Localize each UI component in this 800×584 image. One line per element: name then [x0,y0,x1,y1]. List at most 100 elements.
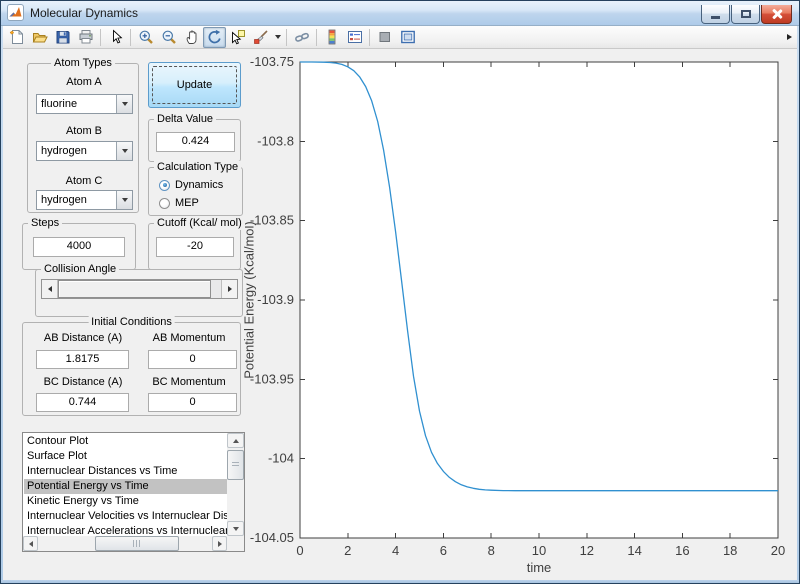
atom-c-dropdown[interactable]: hydrogen [36,190,133,210]
slider-left-arrow[interactable] [42,280,58,298]
data-cursor-icon [230,29,246,45]
svg-text:10: 10 [532,543,546,558]
chevron-down-icon[interactable] [116,95,132,113]
atom-b-dropdown[interactable]: hydrogen [36,141,133,161]
pan-button[interactable] [180,27,203,48]
listbox-horizontal-scrollbar[interactable] [23,536,227,551]
plot-type-listbox: Contour Plot Surface Plot Internuclear Dis… [22,432,245,552]
rotate-3d-button[interactable] [203,26,226,48]
link-plots-button[interactable] [290,27,313,48]
slider-right-arrow[interactable] [221,280,237,298]
list-item[interactable]: Internuclear Distances vs Time [24,464,227,479]
dynamics-radio[interactable]: Dynamics [159,179,223,191]
listbox-vertical-scrollbar[interactable] [227,433,244,536]
chevron-down-icon[interactable] [116,191,132,209]
steps-field[interactable]: 4000 [33,237,125,257]
atom-c-label: Atom C [65,175,103,187]
legend-button[interactable] [343,27,366,48]
bc-distance-field[interactable]: 0.744 [36,393,129,412]
atom-b-value: hydrogen [41,145,87,157]
close-icon [771,8,783,20]
update-button[interactable]: Update [148,62,241,108]
open-folder-icon [32,29,48,45]
svg-text:14: 14 [627,543,641,558]
initial-conditions-panel: Initial Conditions AB Distance (A) AB Mo… [22,316,241,416]
minimize-button[interactable] [701,5,730,24]
svg-text:12: 12 [580,543,594,558]
bc-momentum-field[interactable]: 0 [148,393,237,412]
mep-radio-label: MEP [175,197,199,209]
chevron-down-icon[interactable] [116,142,132,160]
plottools-on-button[interactable] [396,27,419,48]
collision-angle-legend: Collision Angle [41,263,120,276]
zoom-in-button[interactable] [134,27,157,48]
delta-value-panel: Delta Value 0.424 [148,113,241,162]
scroll-right-arrow[interactable] [212,536,227,551]
list-item[interactable]: Contour Plot [24,434,227,449]
pan-icon [184,29,200,45]
delta-value-field[interactable]: 0.424 [156,132,235,152]
colorbar-button[interactable] [320,27,343,48]
data-cursor-button[interactable] [226,27,249,48]
scroll-down-arrow[interactable] [227,521,244,536]
ab-distance-field[interactable]: 1.8175 [36,350,129,369]
radio-icon[interactable] [159,197,170,209]
ab-momentum-field[interactable]: 0 [148,350,237,369]
list-item[interactable]: Internuclear Accelerations vs Internucle… [24,524,227,535]
cursor-button[interactable] [104,27,127,48]
scroll-left-arrow[interactable] [23,536,38,551]
svg-text:-103.9: -103.9 [257,292,294,307]
cutoff-legend: Cutoff (Kcal/ mol) [154,217,245,230]
svg-text:-103.8: -103.8 [257,133,294,148]
atom-a-dropdown[interactable]: fluorine [36,94,133,114]
cutoff-field[interactable]: -20 [156,237,234,257]
maximize-button[interactable] [731,5,760,24]
save-button[interactable] [51,27,74,48]
matlab-app-icon [7,4,24,21]
mep-radio[interactable]: MEP [159,197,199,209]
brush-icon [253,29,269,45]
maximize-icon [740,10,751,18]
window-controls [701,5,792,24]
list-item[interactable]: Surface Plot [24,449,227,464]
scrollbar-corner [227,536,244,551]
slider-thumb[interactable] [58,280,211,298]
toolbar-separator [286,28,287,46]
collision-angle-slider[interactable] [41,279,238,299]
collision-angle-panel: Collision Angle [35,263,243,317]
close-button[interactable] [761,5,792,24]
titlebar[interactable]: Molecular Dynamics [0,0,800,26]
list-item[interactable]: Potential Energy vs Time [24,479,227,494]
atom-types-legend: Atom Types [51,57,115,70]
list-item[interactable]: Internuclear Velocities vs Internuclear … [24,509,227,524]
vertical-scroll-thumb[interactable] [227,450,244,480]
plottools-off-button[interactable] [373,27,396,48]
new-document-button[interactable] [5,27,28,48]
atom-a-label: Atom A [66,76,102,88]
bc-distance-label: BC Distance (A) [43,376,123,388]
open-folder-button[interactable] [28,27,51,48]
calculation-type-legend: Calculation Type [154,161,242,174]
scroll-up-arrow[interactable] [227,433,244,448]
radio-icon[interactable] [159,179,170,191]
svg-text:4: 4 [392,543,399,558]
atom-b-label: Atom B [65,125,103,137]
brush-dropdown-caret-icon[interactable] [272,27,283,48]
svg-text:8: 8 [488,543,495,558]
print-button[interactable] [74,27,97,48]
colorbar-icon [324,29,340,45]
toolbar-separator [316,28,317,46]
horizontal-scroll-thumb[interactable] [95,536,179,551]
brush-button[interactable] [249,27,272,48]
list-item[interactable]: Kinetic Energy vs Time [24,494,227,509]
print-icon [78,29,94,45]
ab-momentum-label: AB Momentum [152,332,226,344]
zoom-out-icon [161,29,177,45]
toolbar-overflow-icon[interactable] [787,34,792,40]
svg-text:2: 2 [344,543,351,558]
dynamics-radio-label: Dynamics [175,179,224,191]
zoom-out-button[interactable] [157,27,180,48]
x-axis-label: time [527,560,552,575]
delta-value-legend: Delta Value [154,113,217,126]
svg-text:-103.95: -103.95 [250,371,294,386]
